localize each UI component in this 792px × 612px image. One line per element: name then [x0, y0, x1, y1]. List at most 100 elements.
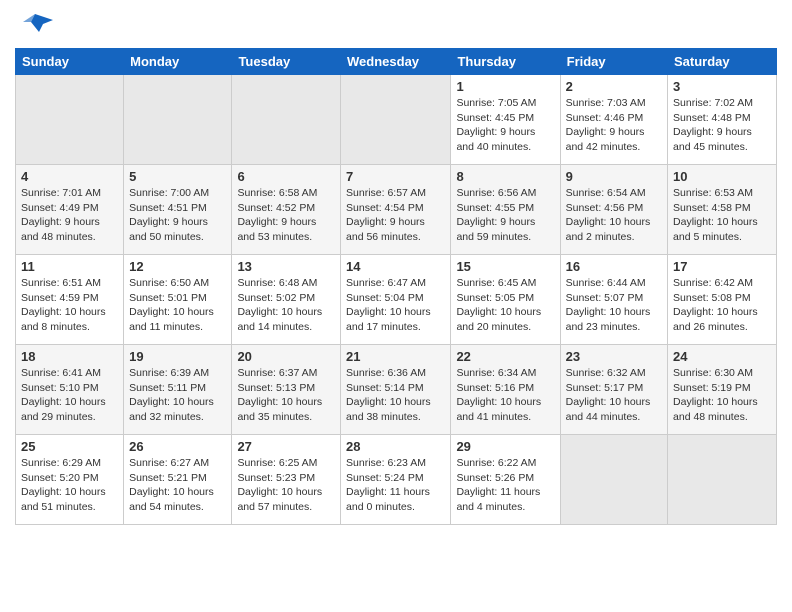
- day-number: 14: [346, 259, 445, 274]
- day-number: 16: [566, 259, 662, 274]
- day-info: Sunrise: 6:22 AM Sunset: 5:26 PM Dayligh…: [456, 456, 554, 515]
- day-info: Sunrise: 6:41 AM Sunset: 5:10 PM Dayligh…: [21, 366, 118, 425]
- col-header-wednesday: Wednesday: [341, 49, 451, 75]
- calendar-cell: 4 Sunrise: 7:01 AM Sunset: 4:49 PM Daylig…: [16, 165, 124, 255]
- calendar-cell: 20 Sunrise: 6:37 AM Sunset: 5:13 PM Dayli…: [232, 345, 341, 435]
- day-info: Sunrise: 6:58 AM Sunset: 4:52 PM Dayligh…: [237, 186, 335, 245]
- calendar-cell: [668, 435, 777, 525]
- day-info: Sunrise: 6:47 AM Sunset: 5:04 PM Dayligh…: [346, 276, 445, 335]
- logo: [15, 10, 57, 40]
- day-number: 24: [673, 349, 771, 364]
- day-info: Sunrise: 6:48 AM Sunset: 5:02 PM Dayligh…: [237, 276, 335, 335]
- calendar-header: SundayMondayTuesdayWednesdayThursdayFrid…: [16, 49, 777, 75]
- day-number: 21: [346, 349, 445, 364]
- calendar-table: SundayMondayTuesdayWednesdayThursdayFrid…: [15, 48, 777, 525]
- calendar-cell: 10 Sunrise: 6:53 AM Sunset: 4:58 PM Dayli…: [668, 165, 777, 255]
- logo-bird-icon: [15, 10, 53, 40]
- day-number: 27: [237, 439, 335, 454]
- calendar-cell: 1 Sunrise: 7:05 AM Sunset: 4:45 PM Daylig…: [451, 75, 560, 165]
- week-row-2: 4 Sunrise: 7:01 AM Sunset: 4:49 PM Daylig…: [16, 165, 777, 255]
- calendar-cell: 22Sunrise: 6:34 AM Sunset: 5:16 PM Dayli…: [451, 345, 560, 435]
- day-number: 10: [673, 169, 771, 184]
- calendar-cell: 19 Sunrise: 6:39 AM Sunset: 5:11 PM Dayli…: [124, 345, 232, 435]
- day-info: Sunrise: 6:27 AM Sunset: 5:21 PM Dayligh…: [129, 456, 226, 515]
- day-number: 23: [566, 349, 662, 364]
- day-info: Sunrise: 6:25 AM Sunset: 5:23 PM Dayligh…: [237, 456, 335, 515]
- calendar-cell: 7Sunrise: 6:57 AM Sunset: 4:54 PM Daylig…: [341, 165, 451, 255]
- calendar-cell: 28Sunrise: 6:23 AM Sunset: 5:24 PM Dayli…: [341, 435, 451, 525]
- week-row-4: 18 Sunrise: 6:41 AM Sunset: 5:10 PM Dayli…: [16, 345, 777, 435]
- calendar-cell: 27 Sunrise: 6:25 AM Sunset: 5:23 PM Dayli…: [232, 435, 341, 525]
- day-number: 5: [129, 169, 226, 184]
- day-info: Sunrise: 6:51 AM Sunset: 4:59 PM Dayligh…: [21, 276, 118, 335]
- day-number: 25: [21, 439, 118, 454]
- col-header-sunday: Sunday: [16, 49, 124, 75]
- day-info: Sunrise: 6:30 AM Sunset: 5:19 PM Dayligh…: [673, 366, 771, 425]
- day-number: 3: [673, 79, 771, 94]
- col-header-monday: Monday: [124, 49, 232, 75]
- calendar-cell: 8Sunrise: 6:56 AM Sunset: 4:55 PM Daylig…: [451, 165, 560, 255]
- day-info: Sunrise: 7:02 AM Sunset: 4:48 PM Dayligh…: [673, 96, 771, 155]
- day-number: 11: [21, 259, 118, 274]
- day-number: 17: [673, 259, 771, 274]
- calendar-cell: 25 Sunrise: 6:29 AM Sunset: 5:20 PM Dayli…: [16, 435, 124, 525]
- day-info: Sunrise: 6:32 AM Sunset: 5:17 PM Dayligh…: [566, 366, 662, 425]
- calendar-cell: [16, 75, 124, 165]
- page-header: [15, 10, 777, 40]
- day-number: 20: [237, 349, 335, 364]
- day-number: 1: [456, 79, 554, 94]
- calendar-cell: 17 Sunrise: 6:42 AM Sunset: 5:08 PM Dayli…: [668, 255, 777, 345]
- calendar-cell: 12 Sunrise: 6:50 AM Sunset: 5:01 PM Dayli…: [124, 255, 232, 345]
- calendar-cell: 9 Sunrise: 6:54 AM Sunset: 4:56 PM Daylig…: [560, 165, 667, 255]
- calendar-cell: 21 Sunrise: 6:36 AM Sunset: 5:14 PM Dayli…: [341, 345, 451, 435]
- header-row: SundayMondayTuesdayWednesdayThursdayFrid…: [16, 49, 777, 75]
- day-number: 9: [566, 169, 662, 184]
- day-info: Sunrise: 6:36 AM Sunset: 5:14 PM Dayligh…: [346, 366, 445, 425]
- day-info: Sunrise: 6:23 AM Sunset: 5:24 PM Dayligh…: [346, 456, 445, 515]
- calendar-cell: [560, 435, 667, 525]
- day-info: Sunrise: 7:05 AM Sunset: 4:45 PM Dayligh…: [456, 96, 554, 155]
- day-info: Sunrise: 7:01 AM Sunset: 4:49 PM Dayligh…: [21, 186, 118, 245]
- day-info: Sunrise: 6:53 AM Sunset: 4:58 PM Dayligh…: [673, 186, 771, 245]
- day-info: Sunrise: 6:42 AM Sunset: 5:08 PM Dayligh…: [673, 276, 771, 335]
- day-info: Sunrise: 6:37 AM Sunset: 5:13 PM Dayligh…: [237, 366, 335, 425]
- day-number: 13: [237, 259, 335, 274]
- calendar-cell: 29Sunrise: 6:22 AM Sunset: 5:26 PM Dayli…: [451, 435, 560, 525]
- day-number: 7: [346, 169, 445, 184]
- col-header-thursday: Thursday: [451, 49, 560, 75]
- day-number: 19: [129, 349, 226, 364]
- day-number: 2: [566, 79, 662, 94]
- col-header-tuesday: Tuesday: [232, 49, 341, 75]
- calendar-cell: [232, 75, 341, 165]
- calendar-cell: 23 Sunrise: 6:32 AM Sunset: 5:17 PM Dayli…: [560, 345, 667, 435]
- calendar-cell: [124, 75, 232, 165]
- day-number: 26: [129, 439, 226, 454]
- week-row-5: 25 Sunrise: 6:29 AM Sunset: 5:20 PM Dayli…: [16, 435, 777, 525]
- day-info: Sunrise: 7:00 AM Sunset: 4:51 PM Dayligh…: [129, 186, 226, 245]
- week-row-1: 1 Sunrise: 7:05 AM Sunset: 4:45 PM Daylig…: [16, 75, 777, 165]
- day-info: Sunrise: 6:45 AM Sunset: 5:05 PM Dayligh…: [456, 276, 554, 335]
- day-info: Sunrise: 6:39 AM Sunset: 5:11 PM Dayligh…: [129, 366, 226, 425]
- day-info: Sunrise: 6:50 AM Sunset: 5:01 PM Dayligh…: [129, 276, 226, 335]
- day-info: Sunrise: 6:34 AM Sunset: 5:16 PM Dayligh…: [456, 366, 554, 425]
- calendar-cell: 16 Sunrise: 6:44 AM Sunset: 5:07 PM Dayli…: [560, 255, 667, 345]
- day-info: Sunrise: 6:29 AM Sunset: 5:20 PM Dayligh…: [21, 456, 118, 515]
- day-number: 18: [21, 349, 118, 364]
- day-number: 8: [456, 169, 554, 184]
- day-number: 15: [456, 259, 554, 274]
- day-number: 6: [237, 169, 335, 184]
- day-number: 12: [129, 259, 226, 274]
- calendar-cell: 18 Sunrise: 6:41 AM Sunset: 5:10 PM Dayli…: [16, 345, 124, 435]
- day-info: Sunrise: 7:03 AM Sunset: 4:46 PM Dayligh…: [566, 96, 662, 155]
- calendar-cell: 14 Sunrise: 6:47 AM Sunset: 5:04 PM Dayli…: [341, 255, 451, 345]
- calendar-body: 1 Sunrise: 7:05 AM Sunset: 4:45 PM Daylig…: [16, 75, 777, 525]
- calendar-cell: 11 Sunrise: 6:51 AM Sunset: 4:59 PM Dayli…: [16, 255, 124, 345]
- calendar-cell: 26 Sunrise: 6:27 AM Sunset: 5:21 PM Dayli…: [124, 435, 232, 525]
- day-info: Sunrise: 6:44 AM Sunset: 5:07 PM Dayligh…: [566, 276, 662, 335]
- day-info: Sunrise: 6:54 AM Sunset: 4:56 PM Dayligh…: [566, 186, 662, 245]
- calendar-cell: 5 Sunrise: 7:00 AM Sunset: 4:51 PM Daylig…: [124, 165, 232, 255]
- calendar-cell: 2 Sunrise: 7:03 AM Sunset: 4:46 PM Daylig…: [560, 75, 667, 165]
- calendar-cell: [341, 75, 451, 165]
- col-header-saturday: Saturday: [668, 49, 777, 75]
- day-number: 4: [21, 169, 118, 184]
